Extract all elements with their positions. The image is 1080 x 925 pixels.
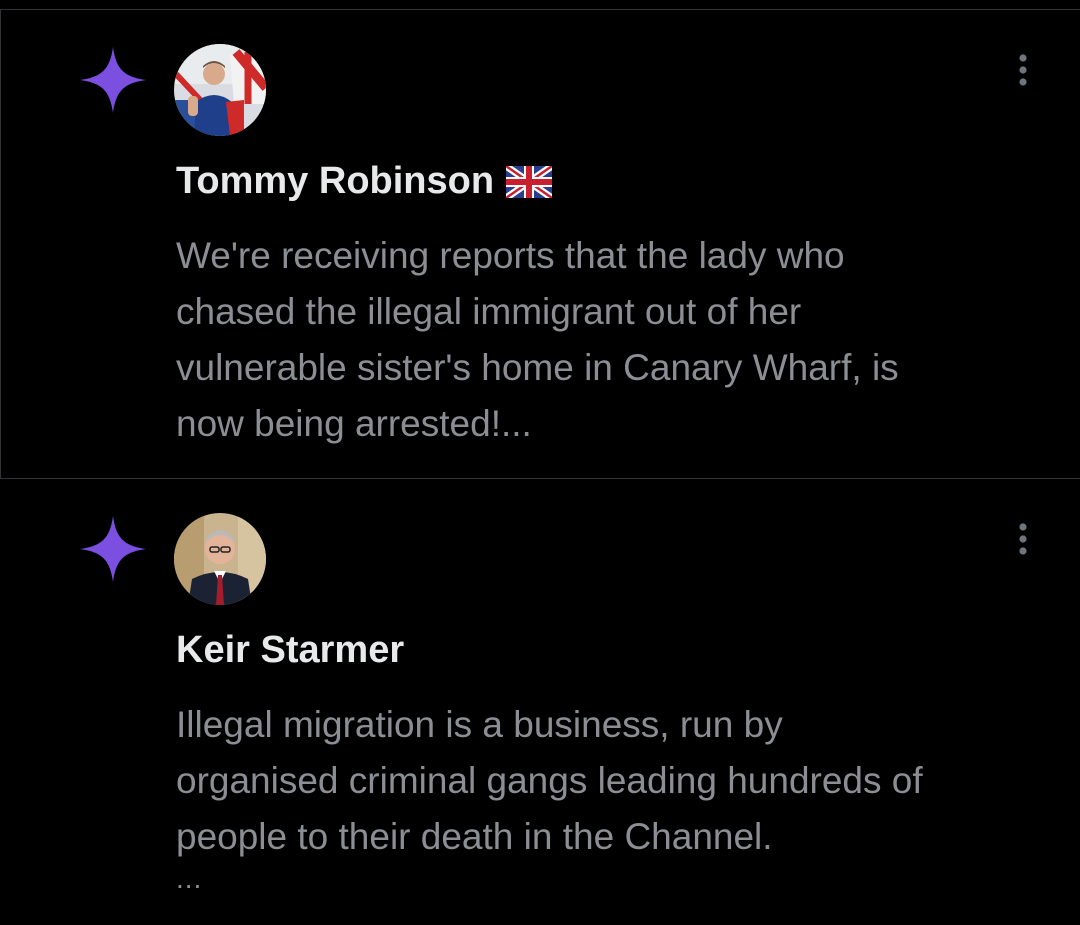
- author-name[interactable]: Tommy Robinson: [176, 160, 553, 203]
- post-text: Illegal migration is a business, run by …: [176, 704, 923, 857]
- author-name-text: Tommy Robinson: [176, 160, 495, 202]
- sparkle-icon: [80, 516, 146, 582]
- author-name-text: Keir Starmer: [176, 629, 405, 671]
- avatar-image: [174, 513, 266, 605]
- sparkle-icon: [80, 47, 146, 113]
- post-text: We're receiving reports that the lady wh…: [176, 235, 899, 444]
- more-options-icon[interactable]: [1010, 50, 1036, 90]
- truncation-ellipsis: ...: [176, 863, 203, 894]
- avatar[interactable]: [174, 44, 266, 136]
- post-item[interactable]: Keir Starmer Illegal migration is a busi…: [0, 479, 1080, 925]
- author-name[interactable]: Keir Starmer: [176, 629, 404, 672]
- avatar-image: [174, 44, 266, 136]
- uk-flag-icon: [506, 165, 553, 198]
- post-item[interactable]: Tommy Robinson We're receiving reports t…: [0, 10, 1080, 478]
- more-options-icon[interactable]: [1010, 519, 1036, 559]
- avatar[interactable]: [174, 513, 266, 605]
